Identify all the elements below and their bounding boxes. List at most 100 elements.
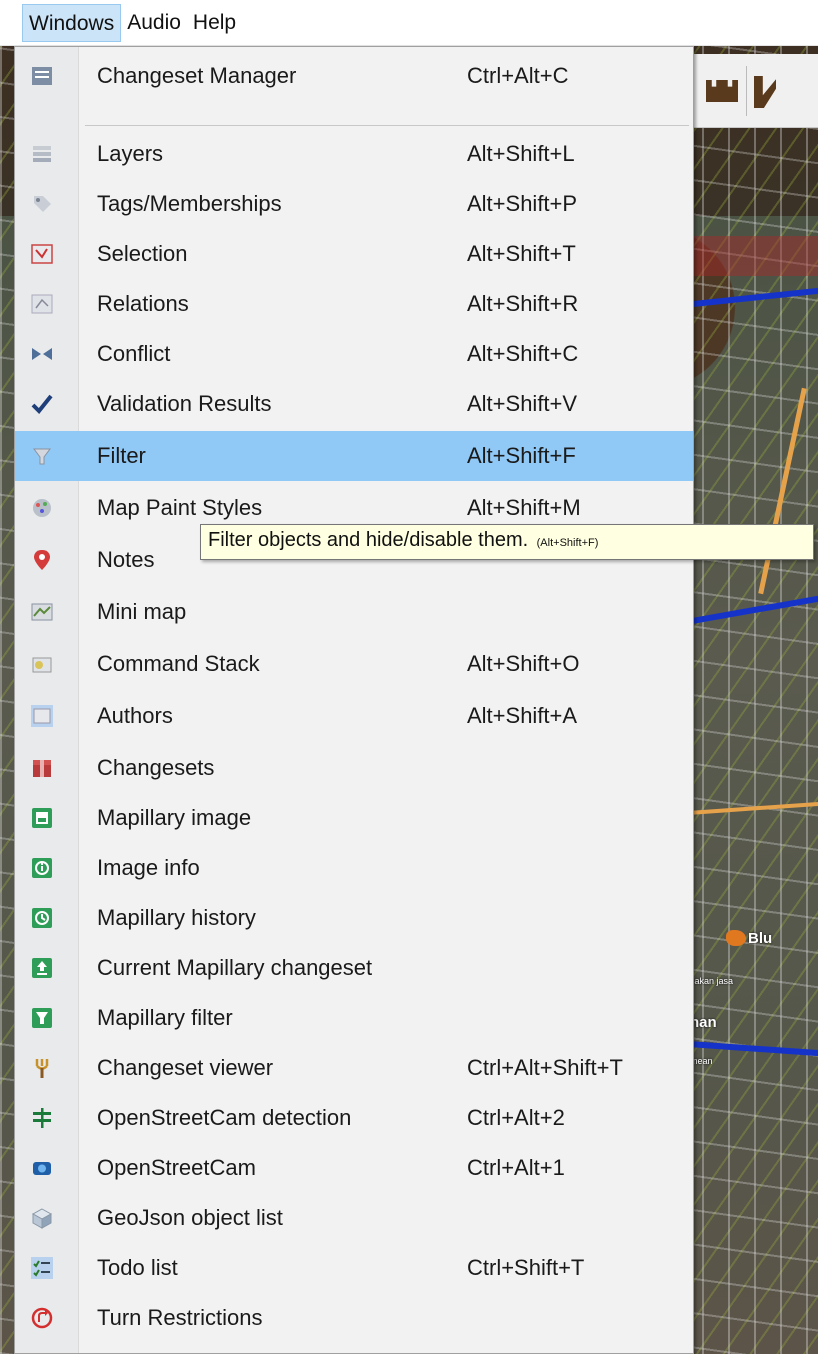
history-icon <box>29 905 55 931</box>
menu-item-label: Conflict <box>97 341 171 366</box>
menu-item-authors[interactable]: Authors Alt+Shift+A <box>15 691 693 741</box>
menu-item-changeset-manager[interactable]: Changeset Manager Ctrl+Alt+C <box>15 51 693 101</box>
menu-item-shortcut: Alt+Shift+F <box>467 443 576 468</box>
tags-icon <box>29 191 55 217</box>
menu-item-label: Authors <box>97 703 173 728</box>
menu-item-openstreetcam-detection[interactable]: OpenStreetCam detection Ctrl+Alt+2 <box>15 1093 693 1143</box>
menu-item-mapillary-filter[interactable]: Mapillary filter <box>15 993 693 1043</box>
menu-item-label: Filter <box>97 443 146 468</box>
turn-restriction-icon <box>29 1305 55 1331</box>
menu-item-shortcut: Alt+Shift+C <box>467 341 579 366</box>
conflict-icon <box>29 341 55 367</box>
menu-item-layers[interactable]: Layers Alt+Shift+L <box>15 129 693 179</box>
menu-item-shortcut: Alt+Shift+L <box>467 141 575 166</box>
menu-bar: Windows Audio Help <box>0 0 818 46</box>
menu-item-label: Notes <box>97 547 155 572</box>
menu-item-label: Layers <box>97 141 164 166</box>
menu-help[interactable]: Help <box>187 4 242 42</box>
map-label: Blu <box>725 930 773 947</box>
todo-list-icon <box>29 1255 55 1281</box>
info-icon <box>29 855 55 881</box>
menu-item-validation-results[interactable]: Validation Results Alt+Shift+V <box>15 379 693 429</box>
cube-icon <box>29 1205 55 1231</box>
tool-icon[interactable] <box>754 76 776 108</box>
menu-item-label: Image info <box>97 855 200 880</box>
menu-item-shortcut: Ctrl+Shift+T <box>467 1255 585 1280</box>
menu-item-current-mapillary-changeset[interactable]: Current Mapillary changeset <box>15 943 693 993</box>
menu-item-todo-list[interactable]: Todo list Ctrl+Shift+T <box>15 1243 693 1293</box>
authors-icon <box>29 703 55 729</box>
menu-item-label: Mapillary history <box>97 905 256 930</box>
menu-item-selection[interactable]: Selection Alt+Shift+T <box>15 229 693 279</box>
tooltip-shortcut: (Alt+Shift+F) <box>536 537 599 549</box>
menu-item-label: Mapillary image <box>97 805 252 830</box>
changesets-box-icon <box>29 755 55 781</box>
menu-item-label: Changesets <box>97 755 215 780</box>
selection-icon <box>29 241 55 267</box>
menu-item-label: Command Stack <box>97 651 260 676</box>
menu-item-turn-restrictions[interactable]: Turn Restrictions <box>15 1293 693 1343</box>
filter-icon <box>29 443 55 469</box>
map-toolbar <box>694 54 818 128</box>
command-stack-icon <box>29 651 55 677</box>
menu-windows[interactable]: Windows <box>22 3 122 42</box>
menu-item-shortcut: Alt+Shift+A <box>467 703 578 728</box>
menu-item-mapillary-image[interactable]: Mapillary image <box>15 793 693 843</box>
mapillary-filter-icon <box>29 1005 55 1031</box>
menu-item-shortcut: Alt+Shift+V <box>467 391 578 416</box>
menu-item-filter[interactable]: Filter Alt+Shift+F <box>15 431 693 481</box>
windows-menu-dropdown: Changeset Manager Ctrl+Alt+C Layers Alt+… <box>14 46 694 1354</box>
menu-item-label: Changeset Manager <box>97 63 297 88</box>
camera-icon <box>29 1155 55 1181</box>
menu-item-label: OpenStreetCam <box>97 1155 256 1180</box>
toolbar-separator <box>746 66 747 116</box>
menu-item-label: Changeset viewer <box>97 1055 274 1080</box>
menu-separator <box>85 125 689 126</box>
menu-item-label: Validation Results <box>97 391 272 416</box>
map-label: sakan jasa <box>690 976 734 986</box>
layers-icon <box>29 141 55 167</box>
menu-item-shortcut: Ctrl+Alt+C <box>467 63 569 88</box>
menu-item-tags-memberships[interactable]: Tags/Memberships Alt+Shift+P <box>15 179 693 229</box>
menu-item-openstreetcam[interactable]: OpenStreetCam Ctrl+Alt+1 <box>15 1143 693 1193</box>
menu-item-label: Map Paint Styles <box>97 495 263 520</box>
mapillary-image-icon <box>29 805 55 831</box>
menu-item-shortcut: Ctrl+Alt+1 <box>467 1155 565 1180</box>
relations-icon <box>29 291 55 317</box>
menu-item-changeset-viewer[interactable]: Changeset viewer Ctrl+Alt+Shift+T <box>15 1043 693 1093</box>
checkmark-icon <box>29 391 55 417</box>
menu-item-changesets[interactable]: Changesets <box>15 743 693 793</box>
menu-item-shortcut: Ctrl+Alt+2 <box>467 1105 565 1130</box>
menu-item-shortcut: Ctrl+Alt+Shift+T <box>467 1055 623 1080</box>
menu-item-conflict[interactable]: Conflict Alt+Shift+C <box>15 329 693 379</box>
menu-item-label: GeoJson object list <box>97 1205 283 1230</box>
menu-item-mapillary-history[interactable]: Mapillary history <box>15 893 693 943</box>
map-area-red <box>690 236 818 276</box>
notes-pin-icon <box>29 547 55 573</box>
upload-icon <box>29 955 55 981</box>
paint-styles-icon <box>29 495 55 521</box>
menu-item-relations[interactable]: Relations Alt+Shift+R <box>15 279 693 329</box>
menu-item-label: Todo list <box>97 1255 178 1280</box>
menu-audio[interactable]: Audio <box>121 4 187 42</box>
menu-item-shortcut: Alt+Shift+R <box>467 291 579 316</box>
menu-item-label: Relations <box>97 291 189 316</box>
menu-item-label: OpenStreetCam detection <box>97 1105 352 1130</box>
menu-item-image-info[interactable]: Image info <box>15 843 693 893</box>
menu-item-geojson-object-list[interactable]: GeoJson object list <box>15 1193 693 1243</box>
menu-item-label: Tags/Memberships <box>97 191 282 216</box>
tooltip-text: Filter objects and hide/disable them. <box>208 529 529 551</box>
changeset-manager-icon <box>29 63 55 89</box>
menu-item-command-stack[interactable]: Command Stack Alt+Shift+O <box>15 639 693 689</box>
menu-item-label: Current Mapillary changeset <box>97 955 373 980</box>
menu-item-shortcut: Alt+Shift+P <box>467 191 578 216</box>
menu-item-shortcut: Alt+Shift+O <box>467 651 580 676</box>
menu-item-label: Mapillary filter <box>97 1005 233 1030</box>
menu-item-shortcut: Alt+Shift+M <box>467 495 581 520</box>
menu-item-label: Mini map <box>97 599 187 624</box>
menu-item-mini-map[interactable]: Mini map <box>15 587 693 637</box>
menu-item-label: Turn Restrictions <box>97 1305 263 1330</box>
castle-icon[interactable] <box>706 80 738 102</box>
mini-map-icon <box>29 599 55 625</box>
sign-post-icon <box>29 1105 55 1131</box>
